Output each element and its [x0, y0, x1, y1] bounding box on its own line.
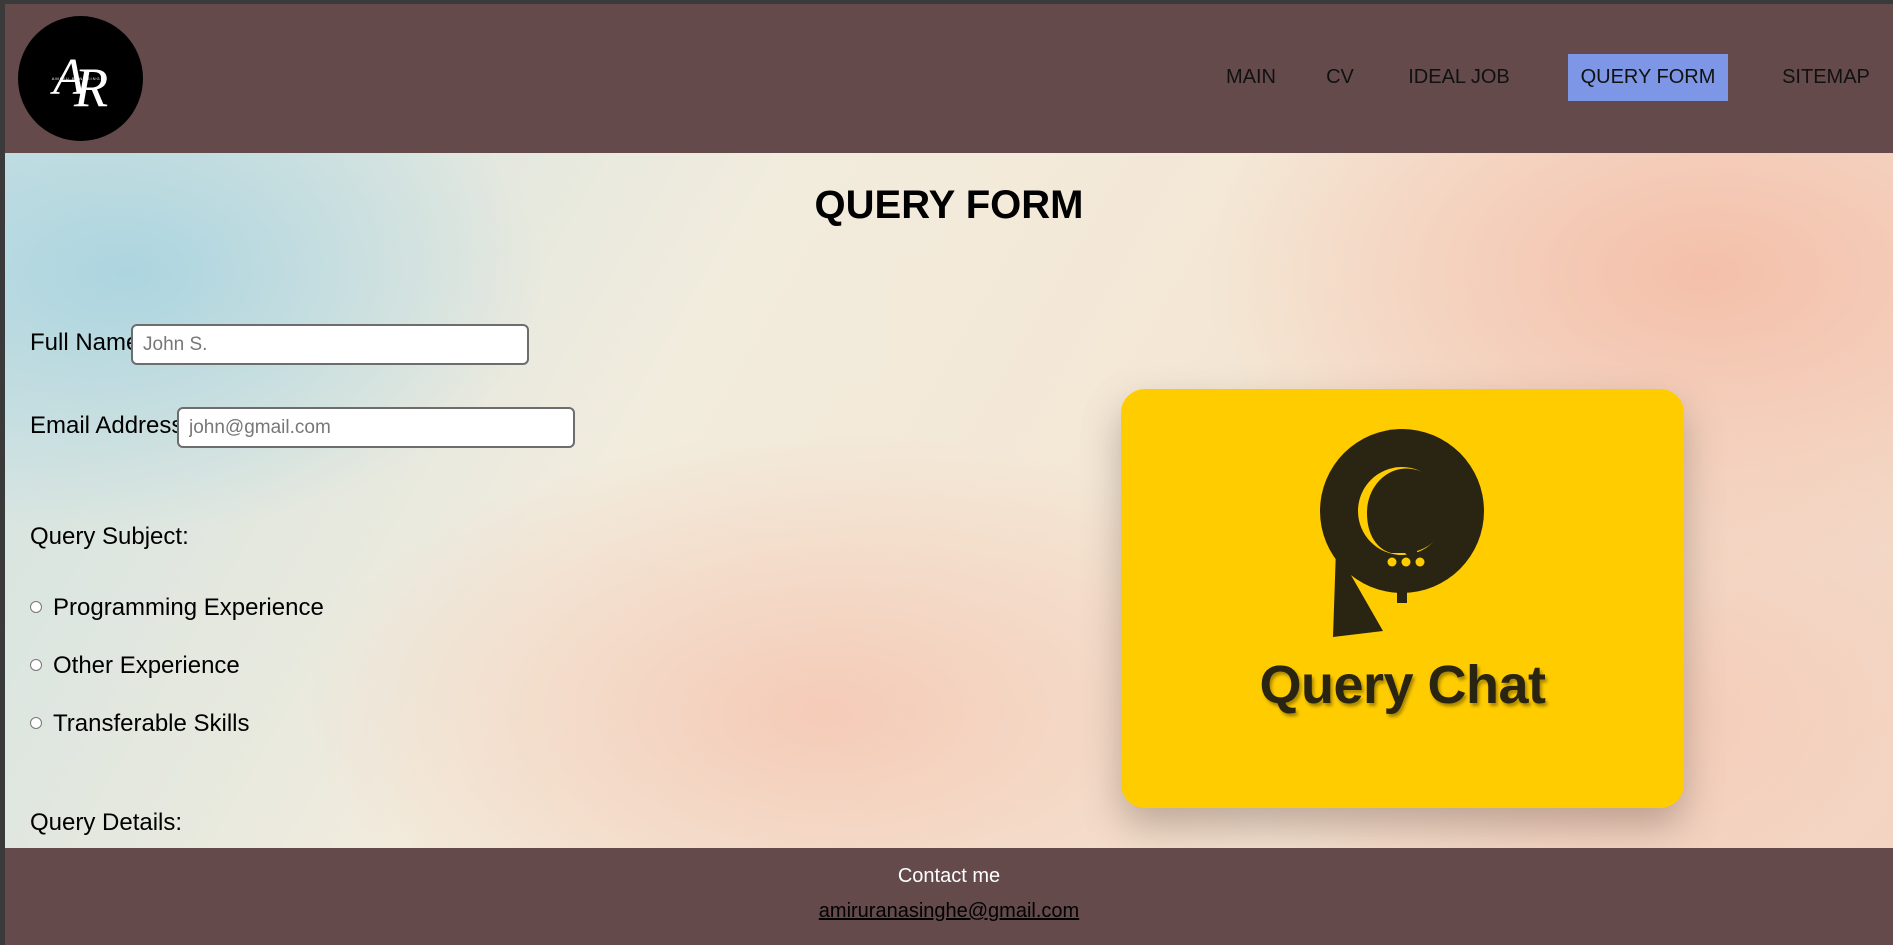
email-input[interactable] [177, 407, 575, 448]
nav-item-ideal-job[interactable]: IDEAL JOB [1405, 54, 1513, 101]
chat-bubble-icon [1320, 429, 1484, 637]
footer-email-container: amiruranasinghe@gmail.com [5, 900, 1893, 923]
query-details-label: Query Details: [30, 809, 183, 836]
email-label: Email Address: [30, 412, 191, 439]
full-name-label: Full Name: [30, 329, 147, 356]
query-chat-card: Query Chat [1121, 389, 1684, 808]
main-nav: MAIN CV IDEAL JOB QUERY FORM SITEMAP [5, 54, 1893, 101]
nav-item-sitemap[interactable]: SITEMAP [1778, 54, 1874, 101]
browser-viewport: A R AMIRU RANASINGHE MAIN CV IDEAL JOB Q… [5, 4, 1893, 945]
footer-title: Contact me [897, 865, 1001, 887]
site-header: A R AMIRU RANASINGHE MAIN CV IDEAL JOB Q… [5, 4, 1893, 153]
radio-programming-experience[interactable] [30, 601, 42, 613]
radio-label-other-experience: Other Experience [53, 652, 240, 679]
main-content: QUERY FORM Full Name: Email Address: Que… [5, 153, 1893, 848]
radio-label-transferable-skills: Transferable Skills [53, 710, 250, 737]
full-name-input[interactable] [131, 324, 529, 365]
nav-item-cv[interactable]: CV [1322, 54, 1358, 101]
radio-other-experience[interactable] [30, 659, 42, 671]
contact-email-link[interactable]: amiruranasinghe@gmail.com [819, 900, 1079, 922]
site-footer: Contact me amiruranasinghe@gmail.com [5, 848, 1893, 945]
radio-transferable-skills[interactable] [30, 717, 42, 729]
query-subject-label: Query Subject: [30, 523, 189, 550]
nav-item-main[interactable]: MAIN [1215, 54, 1287, 101]
radio-label-programming-experience: Programming Experience [53, 594, 324, 621]
page-title: QUERY FORM [814, 183, 1084, 227]
nav-item-query-form[interactable]: QUERY FORM [1568, 54, 1728, 101]
card-title: Query Chat [1259, 655, 1546, 715]
